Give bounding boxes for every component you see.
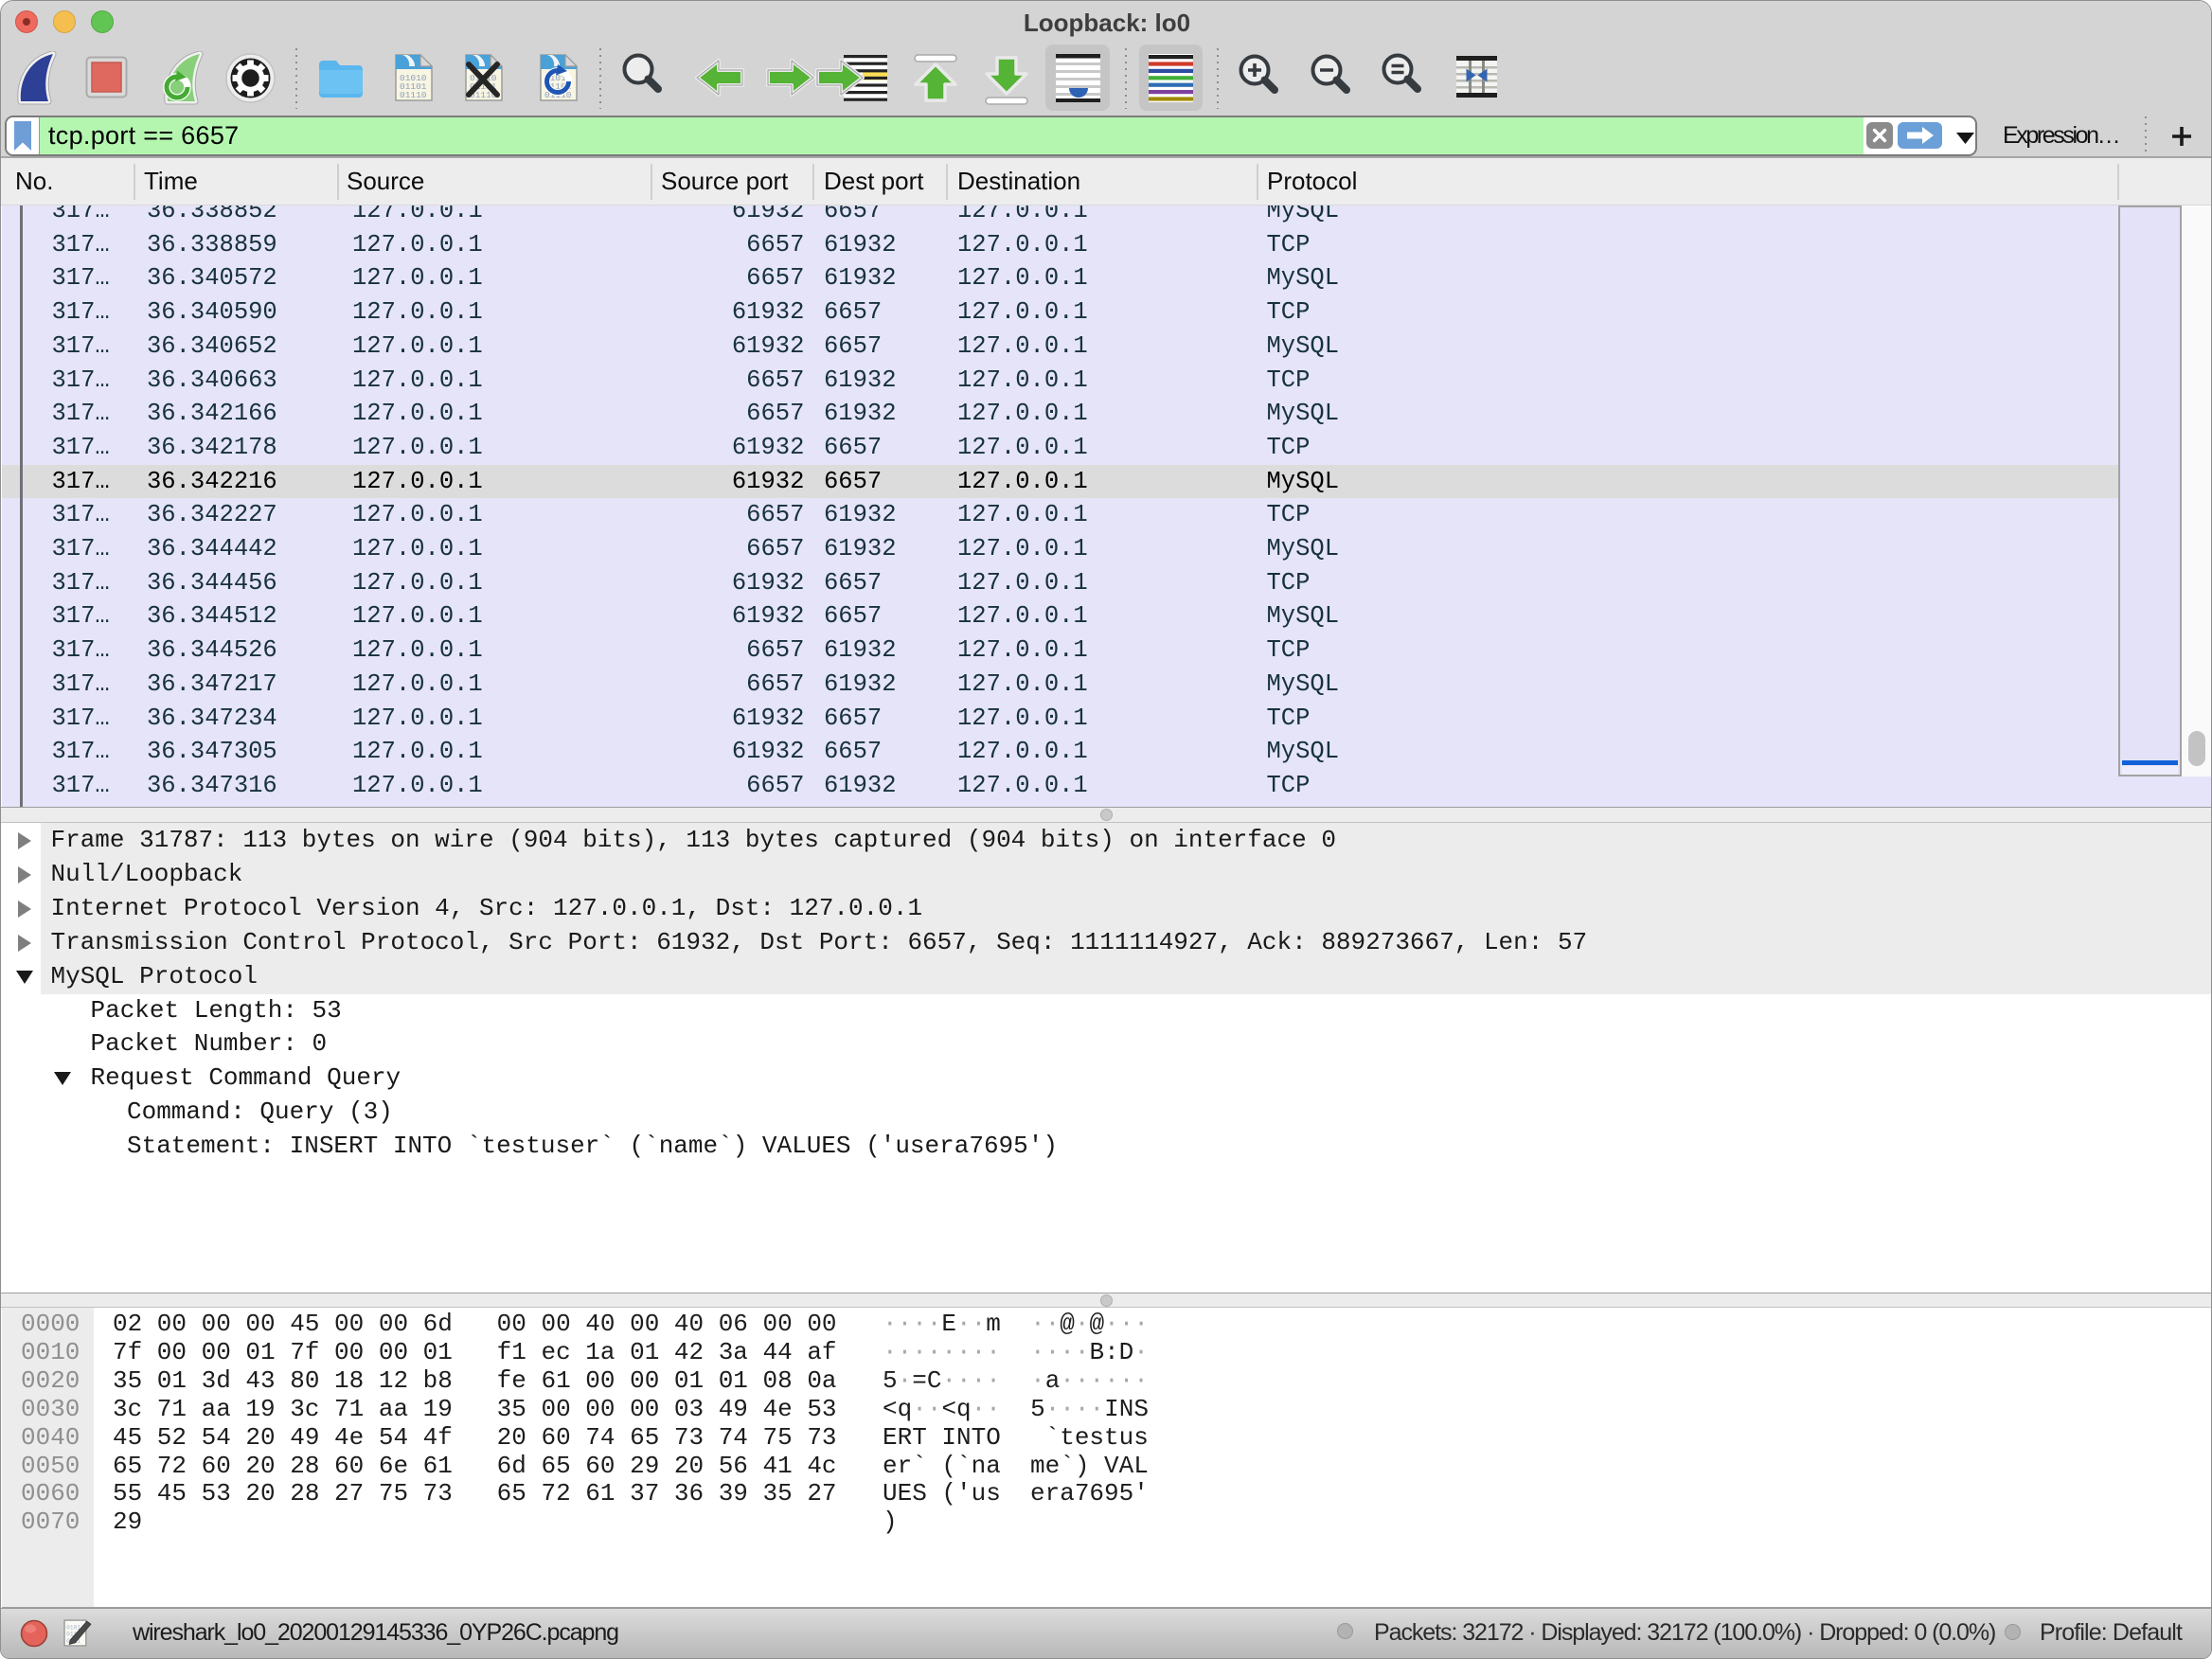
svg-text:0101: 0101 — [66, 1624, 80, 1631]
svg-text:01110: 01110 — [400, 90, 427, 100]
